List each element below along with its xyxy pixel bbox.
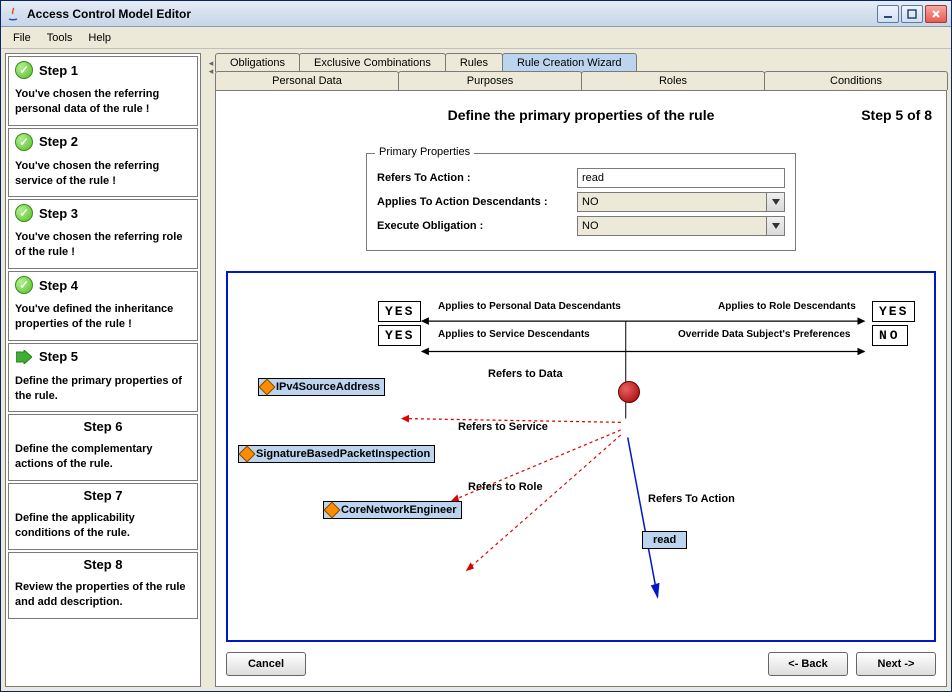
step-title: Step 5 bbox=[39, 349, 78, 364]
step-title: Step 2 bbox=[39, 134, 78, 149]
primary-properties-group: Primary Properties Refers To Action : Ap… bbox=[366, 153, 796, 251]
tabrow-top: ObligationsExclusive CombinationsRulesRu… bbox=[215, 53, 947, 72]
wizard-steps-sidebar: ✓ Step 1 You've chosen the referring perso… bbox=[5, 53, 201, 687]
descendants-label: Applies To Action Descendants : bbox=[377, 196, 577, 208]
check-icon: ✓ bbox=[15, 276, 33, 294]
tab-rule-creation-wizard[interactable]: Rule Creation Wizard bbox=[502, 53, 637, 72]
menubar: File Tools Help bbox=[1, 27, 951, 49]
cancel-button[interactable]: Cancel bbox=[226, 652, 306, 676]
step-title: Step 8 bbox=[83, 557, 122, 572]
tabrow-bottom: Personal DataPurposesRolesConditions bbox=[215, 71, 947, 90]
step-desc: Define the primary properties of the rul… bbox=[9, 370, 197, 412]
node-service[interactable]: SignatureBasedPacketInspection bbox=[238, 445, 435, 463]
wizard-content: Define the primary properties of the rul… bbox=[215, 90, 947, 687]
descendants-select[interactable]: NO bbox=[577, 192, 785, 212]
node-role[interactable]: CoreNetworkEngineer bbox=[323, 501, 462, 519]
wizard-step-3[interactable]: ✓ Step 3 You've chosen the referring role … bbox=[8, 199, 198, 269]
group-legend: Primary Properties bbox=[375, 146, 474, 158]
descendants-value: NO bbox=[582, 196, 599, 208]
minimize-button[interactable] bbox=[877, 5, 899, 23]
menu-help[interactable]: Help bbox=[80, 30, 119, 46]
wizard-step-5[interactable]: Step 5 Define the primary properties of t… bbox=[8, 343, 198, 413]
label-sd-desc: Applies to Service Descendants bbox=[438, 329, 590, 340]
node-action[interactable]: read bbox=[642, 531, 687, 549]
check-icon: ✓ bbox=[15, 133, 33, 151]
step-desc: Define the complementary actions of the … bbox=[9, 438, 197, 480]
obligation-select[interactable]: NO bbox=[577, 216, 785, 236]
rule-center-node bbox=[618, 381, 640, 403]
subtab-personal-data[interactable]: Personal Data bbox=[215, 71, 399, 90]
step-desc: Define the applicability conditions of t… bbox=[9, 507, 197, 549]
step-desc: You've chosen the referring service of t… bbox=[9, 155, 197, 197]
tab-obligations[interactable]: Obligations bbox=[215, 53, 300, 72]
yn-left-bottom: YES bbox=[378, 325, 421, 346]
obligation-value: NO bbox=[582, 220, 599, 232]
wizard-step-2[interactable]: ✓ Step 2 You've chosen the referring servi… bbox=[8, 128, 198, 198]
tab-exclusive-combinations[interactable]: Exclusive Combinations bbox=[299, 53, 446, 72]
step-desc: You've chosen the referring role of the … bbox=[9, 226, 197, 268]
splitter-handle[interactable]: ◂◂ bbox=[205, 49, 215, 691]
node-data[interactable]: IPv4SourceAddress bbox=[258, 378, 385, 396]
action-label: Refers To Action : bbox=[377, 172, 577, 184]
label-rd-desc: Applies to Role Descendants bbox=[718, 301, 856, 312]
step-title: Step 7 bbox=[83, 488, 122, 503]
java-app-icon bbox=[5, 6, 21, 22]
yn-left-top: YES bbox=[378, 301, 421, 322]
obligation-label: Execute Obligation : bbox=[377, 220, 577, 232]
tab-rules[interactable]: Rules bbox=[445, 53, 503, 72]
action-input[interactable] bbox=[577, 168, 785, 188]
main-panel: ObligationsExclusive CombinationsRulesRu… bbox=[215, 53, 947, 687]
step-desc: You've defined the inheritance propertie… bbox=[9, 298, 197, 340]
edge-action-label: Refers To Action bbox=[648, 493, 735, 505]
step-desc: Review the properties of the rule and ad… bbox=[9, 576, 197, 618]
wizard-button-bar: Cancel <- Back Next -> bbox=[226, 652, 936, 676]
chevron-down-icon bbox=[766, 193, 784, 211]
app-window: Access Control Model Editor File Tools H… bbox=[0, 0, 952, 692]
yn-right-bottom: NO bbox=[872, 325, 908, 346]
wizard-step-8[interactable]: Step 8 Review the properties of the rule … bbox=[8, 552, 198, 619]
wizard-step-1[interactable]: ✓ Step 1 You've chosen the referring perso… bbox=[8, 56, 198, 126]
step-desc: You've chosen the referring personal dat… bbox=[9, 83, 197, 125]
back-button[interactable]: <- Back bbox=[768, 652, 848, 676]
page-heading: Define the primary properties of the rul… bbox=[448, 107, 715, 123]
step-title: Step 6 bbox=[83, 419, 122, 434]
label-ov-desc: Override Data Subject's Preferences bbox=[678, 329, 850, 340]
wizard-step-7[interactable]: Step 7 Define the applicability condition… bbox=[8, 483, 198, 550]
diamond-icon bbox=[259, 379, 276, 396]
close-button[interactable] bbox=[925, 5, 947, 23]
step-title: Step 1 bbox=[39, 63, 78, 78]
rule-diagram: YES YES YES NO Applies to Personal Data … bbox=[226, 271, 936, 642]
next-button[interactable]: Next -> bbox=[856, 652, 936, 676]
step-title: Step 3 bbox=[39, 206, 78, 221]
window-title: Access Control Model Editor bbox=[27, 7, 877, 21]
subtab-purposes[interactable]: Purposes bbox=[398, 71, 582, 90]
wizard-step-6[interactable]: Step 6 Define the complementary actions o… bbox=[8, 414, 198, 481]
check-icon: ✓ bbox=[15, 61, 33, 79]
menu-file[interactable]: File bbox=[5, 30, 39, 46]
menu-tools[interactable]: Tools bbox=[39, 30, 81, 46]
step-title: Step 4 bbox=[39, 278, 78, 293]
titlebar: Access Control Model Editor bbox=[1, 1, 951, 27]
subtab-conditions[interactable]: Conditions bbox=[764, 71, 948, 90]
edge-service-label: Refers to Service bbox=[458, 421, 548, 433]
arrow-right-icon bbox=[15, 348, 33, 366]
chevron-down-icon bbox=[766, 217, 784, 235]
diamond-icon bbox=[239, 446, 256, 463]
label-pd-desc: Applies to Personal Data Descendants bbox=[438, 301, 621, 312]
edge-data-label: Refers to Data bbox=[488, 368, 563, 380]
edge-role-label: Refers to Role bbox=[468, 481, 543, 493]
maximize-button[interactable] bbox=[901, 5, 923, 23]
diamond-icon bbox=[324, 502, 341, 519]
subtab-roles[interactable]: Roles bbox=[581, 71, 765, 90]
wizard-step-4[interactable]: ✓ Step 4 You've defined the inheritance pr… bbox=[8, 271, 198, 341]
yn-right-top: YES bbox=[872, 301, 915, 322]
check-icon: ✓ bbox=[15, 204, 33, 222]
step-indicator: Step 5 of 8 bbox=[861, 107, 932, 123]
